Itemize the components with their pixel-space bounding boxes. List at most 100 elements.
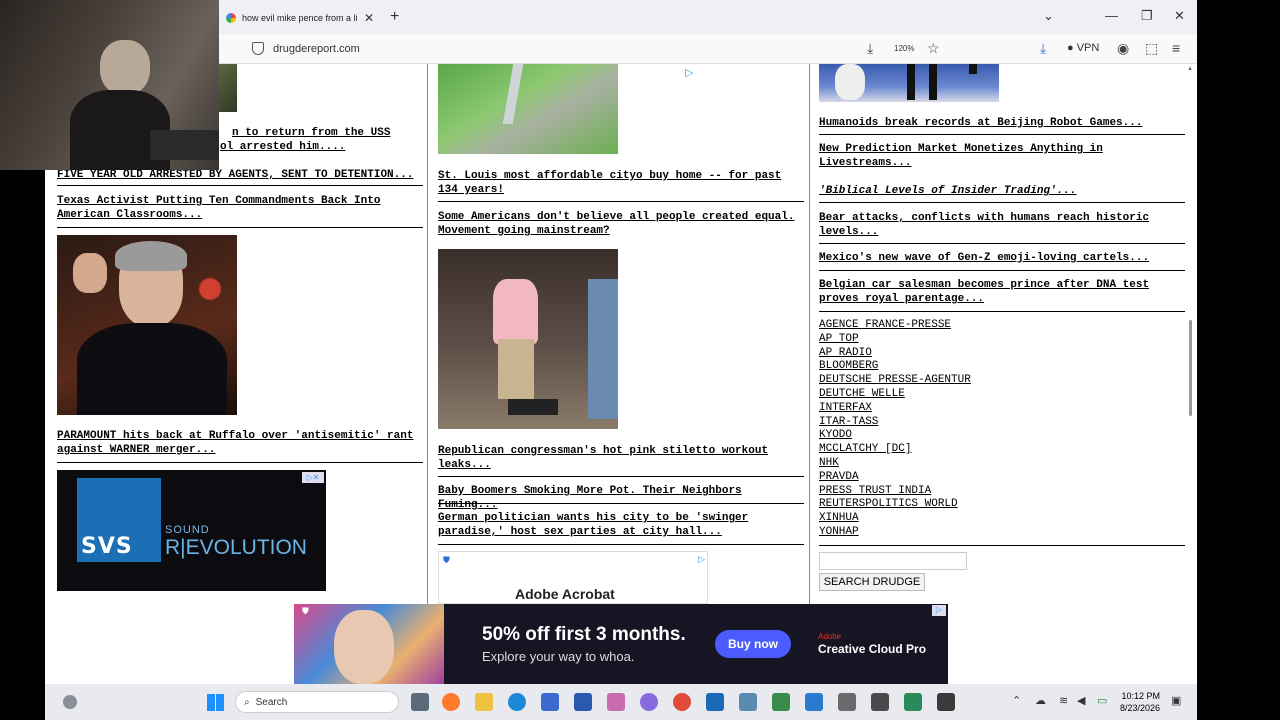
widgets-icon[interactable] bbox=[63, 695, 77, 709]
bookmark-star-icon[interactable]: ☆ bbox=[927, 40, 940, 57]
zoom-level[interactable]: 120% bbox=[894, 44, 914, 53]
story-photo[interactable] bbox=[819, 64, 999, 102]
headline-link[interactable]: Baby Boomers Smoking More Pot. Their Nei… bbox=[438, 484, 804, 512]
onedrive-icon[interactable]: ☁ bbox=[1035, 694, 1046, 707]
wire-service-link[interactable]: AP TOP bbox=[819, 333, 1079, 347]
wire-service-link[interactable]: DEUTCHE WELLE bbox=[819, 388, 1079, 402]
account-icon[interactable]: ◉ bbox=[1117, 40, 1129, 57]
wire-service-link[interactable]: BLOOMBERG bbox=[819, 360, 1079, 374]
file-explorer-icon[interactable] bbox=[475, 693, 493, 711]
app-icon[interactable] bbox=[937, 693, 955, 711]
ad-choices-icon[interactable]: ▷ bbox=[698, 554, 705, 565]
robot-shape bbox=[907, 64, 915, 100]
volume-icon[interactable]: ◀ bbox=[1077, 694, 1085, 707]
headline-link[interactable]: Some Americans don't believe all people … bbox=[438, 210, 803, 238]
app-icon[interactable] bbox=[871, 693, 889, 711]
notepad-icon[interactable] bbox=[739, 693, 757, 711]
headline-link[interactable]: PARAMOUNT hits back at Ruffalo over 'ant… bbox=[57, 429, 417, 457]
tray-chevron-icon[interactable]: ⌃ bbox=[1012, 694, 1021, 707]
tab-list-chevron-icon[interactable]: ⌄ bbox=[1043, 8, 1054, 24]
url-field[interactable]: drugdereport.com bbox=[273, 43, 360, 55]
headline-link[interactable]: 'Biblical Levels of Insider Trading'... bbox=[819, 184, 1187, 198]
ad-play-icon[interactable]: ▷ bbox=[685, 66, 693, 79]
divider bbox=[438, 201, 804, 202]
firefox-icon[interactable] bbox=[442, 693, 460, 711]
maximize-icon[interactable]: ❐ bbox=[1141, 8, 1153, 24]
close-window-icon[interactable]: ✕ bbox=[1174, 8, 1185, 24]
edge-icon[interactable] bbox=[508, 693, 526, 711]
menu-icon[interactable]: ≡ bbox=[1172, 40, 1180, 56]
minimize-icon[interactable]: — bbox=[1105, 8, 1118, 23]
app-icon[interactable] bbox=[904, 693, 922, 711]
headline-link[interactable]: Bear attacks, conflicts with humans reac… bbox=[819, 211, 1159, 239]
arch-shape bbox=[502, 64, 524, 124]
headline-link[interactable]: New Prediction Market Monetizes Anything… bbox=[819, 142, 1119, 170]
notifications-icon[interactable]: ▣ bbox=[1171, 694, 1181, 707]
extensions-icon[interactable]: ⬚ bbox=[1145, 40, 1158, 57]
scroll-up-icon[interactable]: ▲ bbox=[1187, 66, 1193, 72]
wire-service-link[interactable]: MCCLATCHY [DC] bbox=[819, 443, 1079, 457]
acrobat-ad[interactable]: Adobe Acrobat ⛊ ▷ bbox=[438, 551, 708, 604]
new-tab-icon[interactable]: + bbox=[390, 8, 399, 26]
app-icon[interactable] bbox=[706, 693, 724, 711]
wifi-icon[interactable]: ≋ bbox=[1059, 694, 1068, 707]
tab-active[interactable]: how evil mike pence from a libe ✕ bbox=[220, 4, 380, 32]
wire-service-link[interactable]: PRAVDA bbox=[819, 471, 1079, 485]
close-tab-icon[interactable]: ✕ bbox=[364, 11, 374, 25]
taskbar-search-input[interactable]: ⌕ Search bbox=[235, 691, 399, 713]
ad-headline: 50% off first 3 months. bbox=[482, 624, 686, 645]
wire-service-link[interactable]: PRESS TRUST INDIA bbox=[819, 485, 1079, 499]
headline-link[interactable]: Texas Activist Putting Ten Commandments … bbox=[57, 194, 387, 222]
ad-choices-icon[interactable]: ▷ bbox=[932, 605, 946, 616]
divider bbox=[57, 462, 423, 463]
battery-icon[interactable]: ▭ bbox=[1097, 694, 1107, 707]
downloads-icon[interactable]: ⤓ bbox=[1040, 40, 1046, 57]
wire-service-link[interactable]: INTERFAX bbox=[819, 402, 1079, 416]
story-photo[interactable] bbox=[438, 64, 618, 154]
chrome-icon[interactable] bbox=[673, 693, 691, 711]
bottom-ad-banner[interactable]: ⛊ 50% off first 3 months. Explore your w… bbox=[294, 604, 948, 684]
app-icon[interactable] bbox=[607, 693, 625, 711]
headline-link[interactable]: Republican congressman's hot pink stilet… bbox=[438, 444, 803, 472]
wire-service-link[interactable]: AP RADIO bbox=[819, 347, 1079, 361]
story-photo[interactable] bbox=[57, 235, 237, 415]
headline-link[interactable]: German politician wants his city to be '… bbox=[438, 511, 804, 539]
headline-link[interactable]: FIVE YEAR OLD ARRESTED BY AGENTS, SENT T… bbox=[57, 168, 422, 182]
screen: how evil mike pence from a libe ✕ + ⌄ — … bbox=[0, 0, 1280, 720]
ad-choices-icon[interactable]: ▷✕ bbox=[302, 472, 324, 483]
search-drudge-button[interactable]: SEARCH DRUDGE bbox=[819, 573, 925, 591]
vpn-button[interactable]: ● VPN bbox=[1067, 42, 1099, 54]
wire-service-link[interactable]: NHK bbox=[819, 457, 1079, 471]
app-icon[interactable] bbox=[838, 693, 856, 711]
shield-icon: ⛊ bbox=[302, 606, 309, 616]
headline-link[interactable]: Mexico's new wave of Gen-Z emoji-loving … bbox=[819, 251, 1187, 265]
desk-equipment-shape bbox=[150, 130, 219, 160]
wire-service-link[interactable]: ITAR-TASS bbox=[819, 416, 1079, 430]
search-input[interactable] bbox=[819, 552, 967, 570]
webcam-overlay bbox=[0, 0, 219, 170]
buy-now-button[interactable]: Buy now bbox=[715, 630, 791, 658]
headline-link[interactable]: St. Louis most affordable cityo buy home… bbox=[438, 169, 803, 197]
copilot-icon[interactable] bbox=[640, 693, 658, 711]
app-icon[interactable] bbox=[772, 693, 790, 711]
task-view-icon[interactable] bbox=[411, 693, 429, 711]
wire-service-link[interactable]: YONHAP bbox=[819, 526, 1079, 540]
wire-service-link[interactable]: AGENCE FRANCE-PRESSE bbox=[819, 319, 1079, 333]
windows-start-icon[interactable] bbox=[207, 694, 224, 711]
scrollbar[interactable]: ▲ bbox=[1187, 64, 1195, 684]
shield-icon[interactable] bbox=[252, 42, 264, 55]
headline-link[interactable]: Belgian car salesman becomes prince afte… bbox=[819, 278, 1159, 306]
headline-link[interactable]: Humanoids break records at Beijing Robot… bbox=[819, 116, 1187, 130]
store-icon[interactable] bbox=[541, 693, 559, 711]
word-icon[interactable] bbox=[805, 693, 823, 711]
clock[interactable]: 10:12 PM 8/23/2026 bbox=[1120, 690, 1160, 714]
svs-ad[interactable]: SVS SOUND R|EVOLUTION ▷✕ bbox=[57, 470, 326, 591]
wire-service-link[interactable]: REUTERSPOLITICS WORLD bbox=[819, 498, 1079, 512]
app-icon[interactable] bbox=[574, 693, 592, 711]
wire-service-link[interactable]: DEUTSCHE PRESSE-AGENTUR bbox=[819, 374, 1079, 388]
story-photo[interactable] bbox=[438, 249, 618, 429]
scrollbar-thumb[interactable] bbox=[1189, 320, 1192, 416]
page-download-icon[interactable]: ⤓ bbox=[867, 40, 873, 57]
wire-service-link[interactable]: KYODO bbox=[819, 429, 1079, 443]
wire-service-link[interactable]: XINHUA bbox=[819, 512, 1079, 526]
